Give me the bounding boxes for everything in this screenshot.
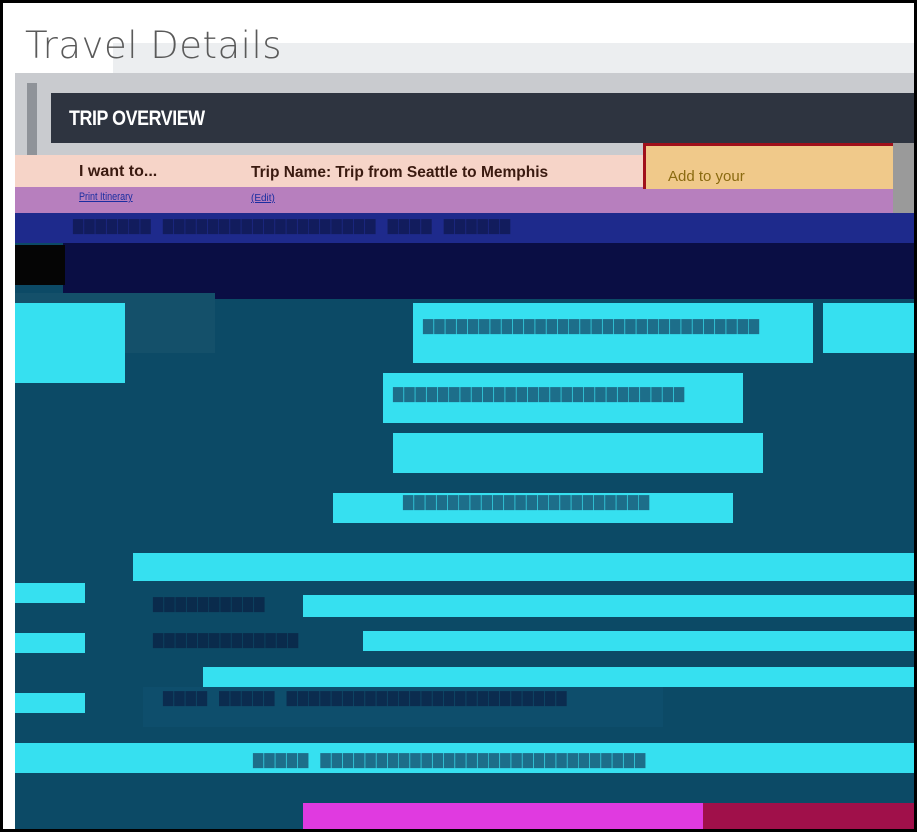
corrupted-block [203,667,914,687]
corrupted-band-black [15,245,65,285]
trip-links-row [15,187,914,213]
corrupted-text: ▆▆▆▆ ▆▆▆▆▆ ▆▆▆▆▆▆▆▆▆▆▆▆▆▆▆▆▆▆▆▆▆▆▆▆▆ [163,687,568,707]
trip-name-label: Trip Name: Trip from Seattle to Memphis [251,164,549,181]
page-title: Travel Details [25,24,283,67]
add-to-itinerary-button[interactable]: Add to your [643,143,893,189]
corrupted-text: ▆▆▆▆▆▆▆▆▆▆▆▆▆ [153,629,300,649]
corrupted-text: ▆▆▆▆▆▆▆▆▆▆▆▆▆▆▆▆▆▆▆▆▆▆ [403,491,651,511]
corrupted-block [133,553,914,581]
trip-overview-title: TRIP OVERVIEW [69,107,205,130]
corrupted-block [393,433,763,473]
i-want-to-label: I want to... [79,163,158,180]
corrupted-text: ▆▆▆▆▆▆▆▆▆▆▆▆▆▆▆▆▆▆▆▆▆▆▆▆▆▆ [393,383,686,403]
corrupted-block [303,595,914,617]
page-frame: Travel Details TRIP OVERVIEW I want to..… [0,0,917,832]
corrupted-block [15,633,85,653]
print-itinerary-link[interactable]: Print Itinerary [79,191,133,203]
corrupted-block [15,693,85,713]
corrupted-block [363,631,914,651]
corrupted-text: ▆▆▆▆▆▆▆ ▆▆▆▆▆▆▆▆▆▆▆▆▆▆▆▆▆▆▆ ▆▆▆▆ ▆▆▆▆▆▆ [73,215,512,235]
corrupted-block [15,583,85,603]
trip-overview-header: TRIP OVERVIEW [51,93,914,143]
corrupted-text: ▆▆▆▆▆▆▆▆▆▆ [153,593,266,613]
corrupted-band-dark [63,243,914,299]
corrupted-text: ▆▆▆▆▆ ▆▆▆▆▆▆▆▆▆▆▆▆▆▆▆▆▆▆▆▆▆▆▆▆▆▆▆▆▆ [253,749,647,769]
corrupted-block [823,303,914,353]
corrupted-band-crimson [703,803,914,829]
add-to-itinerary-label: Add to your [668,168,745,185]
edit-trip-name-link[interactable]: (Edit) [251,193,275,204]
corrupted-text: ▆▆▆▆▆▆▆▆▆▆▆▆▆▆▆▆▆▆▆▆▆▆▆▆▆▆▆▆▆▆ [423,315,761,335]
corrupted-block [15,303,125,383]
add-to-itinerary-side [893,143,914,213]
